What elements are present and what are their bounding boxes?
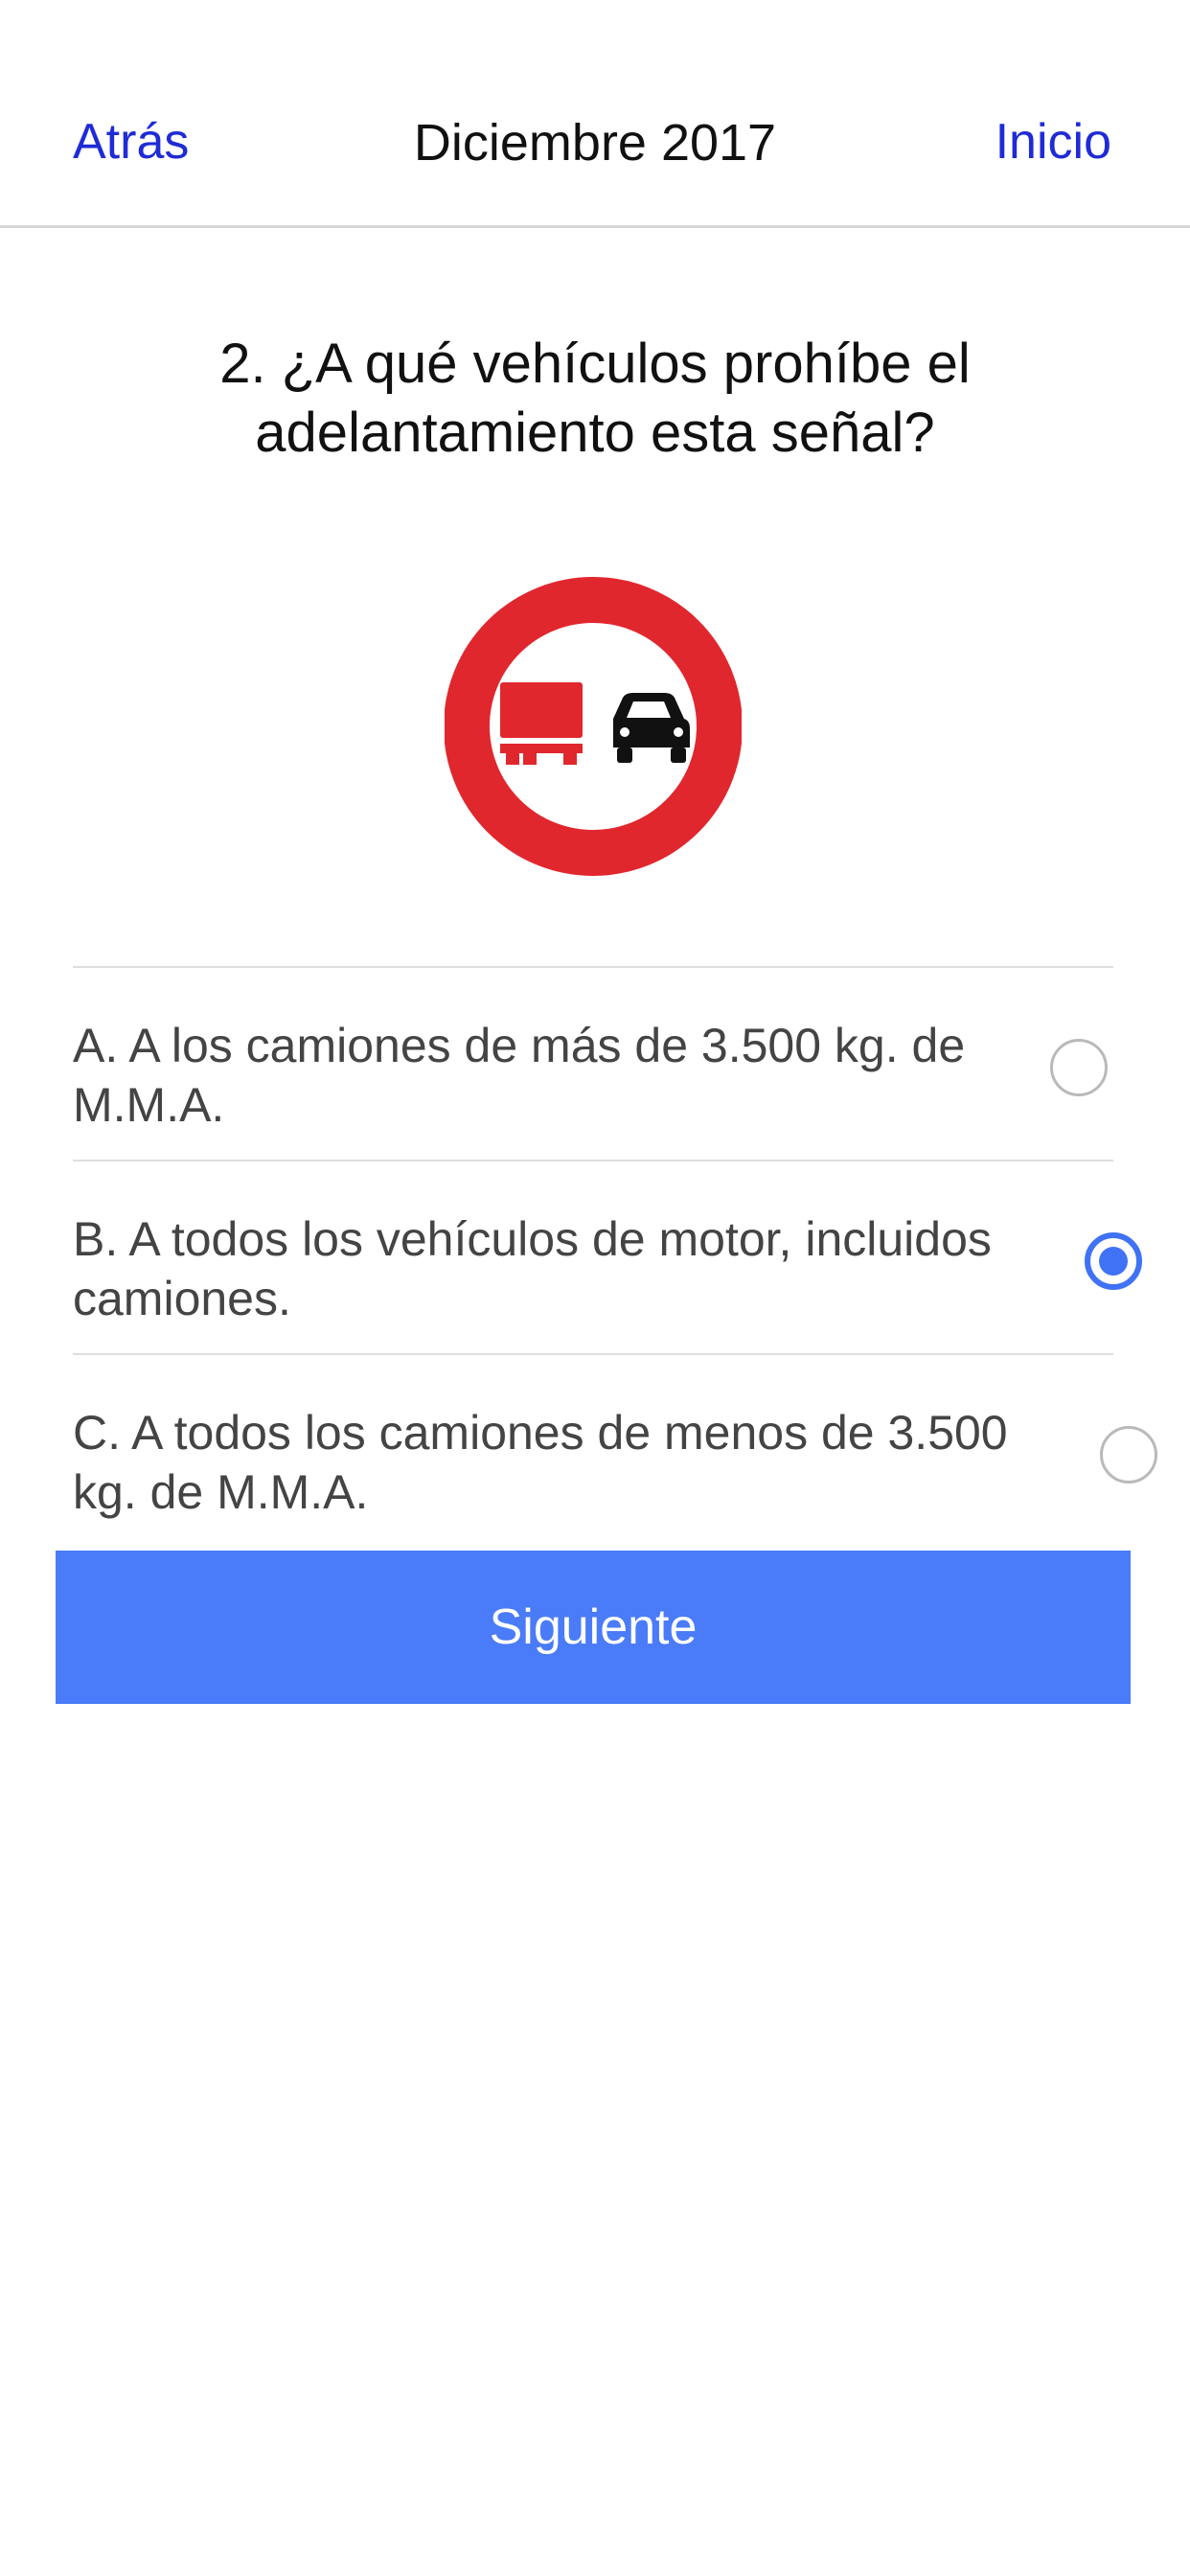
answer-option-b-radio[interactable] (1085, 1232, 1142, 1290)
answer-option-c-label: C. A todos los camiones de menos de 3.50… (73, 1406, 1008, 1519)
next-button[interactable]: Siguiente (56, 1551, 1131, 1704)
question-text: 2. ¿A qué vehículos prohíbe el adelantam… (219, 333, 971, 464)
answer-option-a-radio[interactable] (1050, 1039, 1108, 1096)
answer-option-c[interactable]: C. A todos los camiones de menos de 3.50… (73, 1353, 1157, 1547)
truck-icon (500, 682, 583, 765)
answer-option-b-label: B. A todos los vehículos de motor, inclu… (73, 1212, 992, 1325)
answer-option-a[interactable]: A. A los camiones de más de 3.500 kg. de… (73, 966, 1113, 1160)
answer-option-b[interactable]: B. A todos los vehículos de motor, inclu… (73, 1160, 1142, 1353)
answer-option-c-radio[interactable] (1100, 1426, 1157, 1484)
no-overtaking-trucks-sign-icon (445, 577, 742, 876)
answer-option-a-label: A. A los camiones de más de 3.500 kg. de… (73, 1019, 966, 1132)
home-button[interactable]: Inicio (995, 113, 1111, 171)
navigation-bar: Atrás Diciembre 2017 Inicio (0, 0, 1190, 228)
